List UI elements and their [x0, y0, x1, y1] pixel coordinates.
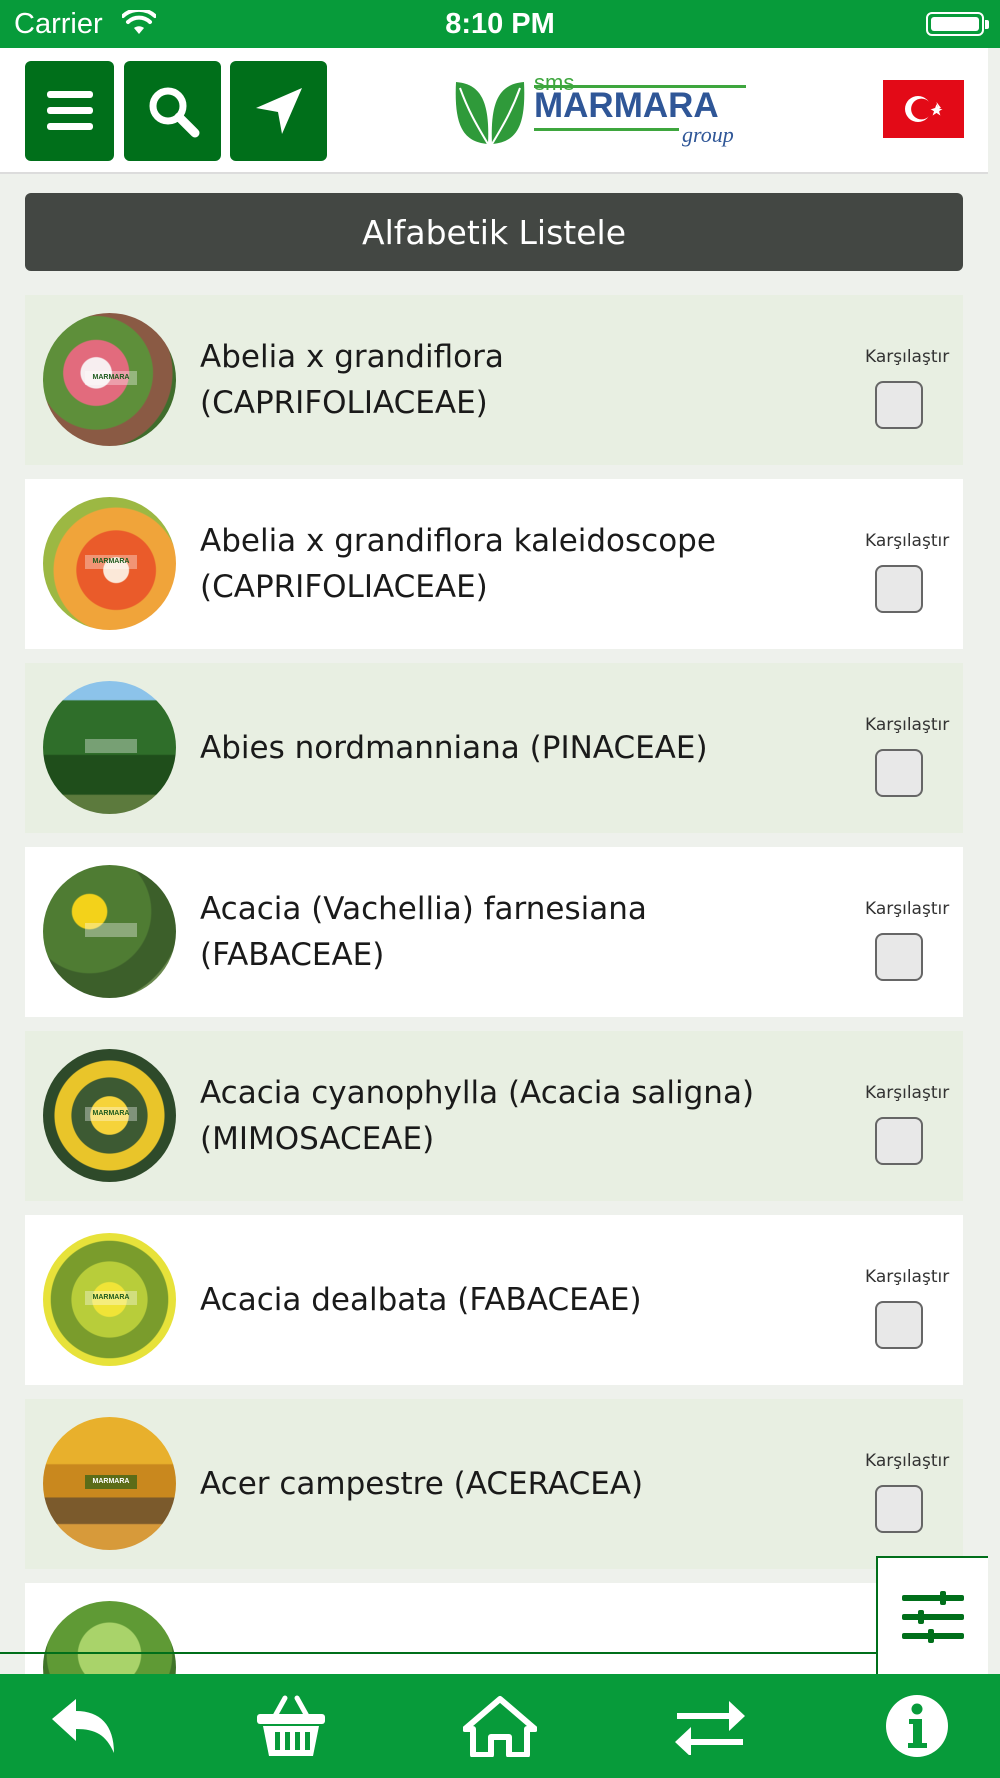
app-screen: Carrier 8:10 PM sms MARMARA group Alfabe… — [0, 0, 1000, 1778]
compare-checkbox[interactable] — [875, 1485, 923, 1533]
tab-info[interactable] — [862, 1674, 972, 1778]
compare-checkbox[interactable] — [875, 1117, 923, 1165]
filter-divider-line — [0, 1652, 878, 1654]
compare-label: Karşılaştır — [865, 1451, 950, 1471]
search-icon — [149, 87, 199, 138]
sort-label: Alfabetik Listele — [362, 212, 626, 252]
logo-text-group: group — [682, 122, 734, 147]
list-item[interactable]: MARMARA Acer campestre (ACERACEA) Karşıl… — [25, 1399, 963, 1569]
alphabetical-sort-button[interactable]: Alfabetik Listele — [25, 193, 963, 271]
plant-name: Acer campestre (ACERACEA) — [200, 1466, 644, 1502]
search-button[interactable] — [124, 61, 221, 161]
plant-thumbnail — [43, 865, 176, 998]
app-header: sms MARMARA group — [0, 48, 988, 174]
tab-home[interactable] — [445, 1674, 555, 1778]
compare-label: Karşılaştır — [865, 1083, 950, 1103]
list-item[interactable]: Abies nordmanniana (PINACEAE) Karşılaştı… — [25, 663, 963, 833]
plant-name: Abies nordmanniana (PINACEAE) — [200, 730, 708, 766]
compare-label: Karşılaştır — [865, 531, 950, 551]
menu-icon — [46, 91, 93, 130]
plant-name: Acacia dealbata (FABACEAE) — [200, 1282, 642, 1318]
plant-name: Abelia x grandiflora (CAPRIFOLIACEAE) — [200, 339, 504, 421]
filter-button[interactable] — [876, 1556, 988, 1676]
compare-arrows-icon — [675, 1701, 745, 1755]
info-icon — [886, 1695, 948, 1757]
bottom-tab-bar — [0, 1674, 1000, 1778]
plant-thumbnail — [43, 681, 176, 814]
turkey-flag-icon — [904, 96, 942, 122]
sliders-icon — [902, 1591, 964, 1643]
leaf-logo-icon — [455, 82, 525, 145]
plant-list: MARMARA Abelia x grandiflora (CAPRIFOLIA… — [25, 295, 963, 1767]
plant-thumbnail: MARMARA — [43, 313, 176, 446]
location-button[interactable] — [230, 61, 327, 161]
list-item[interactable]: MARMARA Acacia dealbata (FABACEAE) Karşı… — [25, 1215, 963, 1385]
list-item[interactable]: MARMARA Abelia x grandiflora kaleidoscop… — [25, 479, 963, 649]
compare-label: Karşılaştır — [865, 899, 950, 919]
compare-checkbox[interactable] — [875, 749, 923, 797]
home-icon — [463, 1696, 537, 1757]
location-arrow-icon — [255, 88, 302, 134]
plant-name: Abelia x grandiflora kaleidoscope (CAPRI… — [200, 523, 716, 605]
basket-icon — [257, 1695, 325, 1756]
tab-basket[interactable] — [236, 1674, 346, 1778]
plant-thumbnail: MARMARA — [43, 1233, 176, 1366]
plant-name: Acacia (Vachellia) farnesiana (FABACEAE) — [200, 891, 647, 973]
plant-thumbnail: MARMARA — [43, 497, 176, 630]
compare-checkbox[interactable] — [875, 565, 923, 613]
back-icon — [52, 1699, 114, 1753]
brand-logo: sms MARMARA group — [452, 70, 746, 152]
compare-label: Karşılaştır — [865, 347, 950, 367]
compare-checkbox[interactable] — [875, 381, 923, 429]
compare-checkbox[interactable] — [875, 1301, 923, 1349]
menu-button[interactable] — [25, 61, 114, 161]
clock: 8:10 PM — [445, 8, 555, 40]
tab-back[interactable] — [28, 1674, 138, 1778]
list-item[interactable]: MARMARA Abelia x grandiflora (CAPRIFOLIA… — [25, 295, 963, 465]
plant-thumbnail: MARMARA — [43, 1049, 176, 1182]
language-flag-button[interactable] — [883, 80, 964, 138]
plant-name: Acacia cyanophylla (Acacia saligna) (MIM… — [200, 1075, 755, 1157]
list-item[interactable]: MARMARA Acacia cyanophylla (Acacia salig… — [25, 1031, 963, 1201]
list-item[interactable]: Acacia (Vachellia) farnesiana (FABACEAE)… — [25, 847, 963, 1017]
compare-label: Karşılaştır — [865, 715, 950, 735]
logo-text-marmara: MARMARA — [534, 86, 719, 125]
compare-checkbox[interactable] — [875, 933, 923, 981]
battery-icon — [926, 12, 989, 36]
tab-compare[interactable] — [655, 1674, 765, 1778]
status-bar: Carrier 8:10 PM — [0, 0, 1000, 48]
plant-thumbnail: MARMARA — [43, 1417, 176, 1550]
compare-label: Karşılaştır — [865, 1267, 950, 1287]
